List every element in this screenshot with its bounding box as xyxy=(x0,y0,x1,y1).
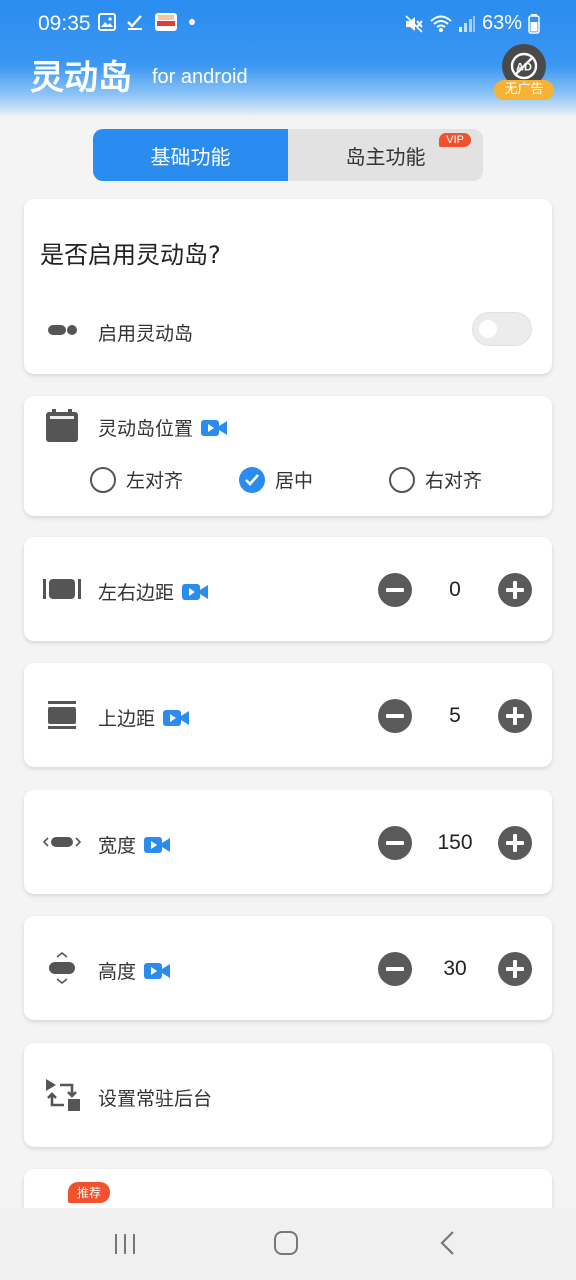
width-value: 150 xyxy=(437,831,473,854)
recent-apps-icon[interactable] xyxy=(113,1232,137,1256)
horizontal-margin-stepper: 0 xyxy=(378,573,532,607)
toggle-knob xyxy=(479,320,497,338)
resident-background-card[interactable]: 设置常驻后台 xyxy=(24,1043,552,1147)
enable-question: 是否启用灵动岛? xyxy=(40,241,221,269)
back-icon[interactable] xyxy=(438,1230,458,1256)
radio-left-label: 左对齐 xyxy=(126,470,184,492)
height-stepper: 30 xyxy=(378,952,532,986)
horizontal-margin-label-row: 左右边距 xyxy=(98,578,209,605)
no-ad-icon-text: AD xyxy=(516,62,532,74)
increment-button[interactable] xyxy=(498,952,532,986)
home-icon[interactable] xyxy=(273,1230,299,1256)
position-label: 灵动岛位置 xyxy=(98,418,194,440)
signal-icon xyxy=(458,15,475,32)
video-tutorial-icon[interactable] xyxy=(201,418,228,438)
app-header: 09:35 63% 灵动岛 for android AD 无广告 xyxy=(0,0,576,118)
height-card: 高度 30 xyxy=(24,916,552,1020)
radio-left-circle xyxy=(90,466,116,493)
vip-badge: VIP xyxy=(439,133,471,147)
top-margin-card: 上边距 5 xyxy=(24,663,552,767)
height-label-row: 高度 xyxy=(98,957,171,984)
width-label-row: 宽度 xyxy=(98,831,171,858)
top-margin-label-row: 上边距 xyxy=(98,704,190,731)
app-title: 灵动岛 xyxy=(30,58,132,98)
horizontal-margin-icon xyxy=(42,569,82,609)
dot-icon xyxy=(189,19,195,25)
height-label: 高度 xyxy=(98,961,137,983)
radio-center-label: 居中 xyxy=(275,470,314,492)
top-margin-stepper: 5 xyxy=(378,699,532,733)
radio-right-circle xyxy=(389,466,415,493)
battery-icon xyxy=(528,13,540,34)
top-margin-label: 上边距 xyxy=(98,708,156,730)
decrement-button[interactable] xyxy=(378,826,412,860)
tab-owner-label: 岛主功能 xyxy=(345,144,426,169)
gallery-icon xyxy=(98,13,116,31)
status-time: 09:35 xyxy=(38,12,91,35)
radio-right-label: 右对齐 xyxy=(425,470,483,492)
height-icon xyxy=(42,948,82,988)
tab-basic[interactable]: 基础功能 xyxy=(93,129,288,181)
system-navigation-bar xyxy=(0,1208,576,1280)
decrement-button[interactable] xyxy=(378,573,412,607)
width-stepper: 150 xyxy=(378,826,532,860)
horizontal-margin-label: 左右边距 xyxy=(98,582,175,604)
video-tutorial-icon[interactable] xyxy=(144,835,171,855)
enable-toggle[interactable] xyxy=(472,312,532,346)
notification-icons xyxy=(98,12,196,32)
no-ad-label: 无广告 xyxy=(494,80,554,100)
decrement-button[interactable] xyxy=(378,699,412,733)
decrement-button[interactable] xyxy=(378,952,412,986)
radio-left[interactable]: 左对齐 xyxy=(90,466,183,493)
width-icon xyxy=(42,822,82,862)
increment-button[interactable] xyxy=(498,826,532,860)
increment-button[interactable] xyxy=(498,573,532,607)
wifi-icon xyxy=(430,15,452,32)
calendar-icon xyxy=(42,406,82,446)
position-card: 灵动岛位置 左对齐 居中 右对齐 xyxy=(24,396,552,516)
tab-basic-label: 基础功能 xyxy=(150,144,231,169)
position-label-row: 灵动岛位置 xyxy=(98,414,228,441)
height-value: 30 xyxy=(443,957,467,980)
width-card: 宽度 150 xyxy=(24,790,552,894)
app-subtitle: for android xyxy=(152,66,248,88)
video-tutorial-icon[interactable] xyxy=(144,961,171,981)
island-pill-icon xyxy=(42,310,82,350)
app-notification-icon xyxy=(155,13,177,31)
battery-percent: 63% xyxy=(481,12,522,34)
radio-center[interactable]: 居中 xyxy=(239,466,313,493)
background-service-icon xyxy=(42,1075,82,1115)
increment-button[interactable] xyxy=(498,699,532,733)
enable-card: 是否启用灵动岛? 启用灵动岛 xyxy=(24,199,552,374)
no-ad-button[interactable]: AD 无广告 xyxy=(494,44,554,100)
video-tutorial-icon[interactable] xyxy=(182,582,209,602)
enable-label: 启用灵动岛 xyxy=(98,323,194,345)
position-options: 左对齐 居中 右对齐 xyxy=(24,466,552,496)
width-label: 宽度 xyxy=(98,835,137,857)
horizontal-margin-card: 左右边距 0 xyxy=(24,537,552,641)
tab-owner[interactable]: 岛主功能 VIP xyxy=(288,129,483,181)
radio-center-circle xyxy=(239,466,265,493)
top-margin-icon xyxy=(42,695,82,735)
horizontal-margin-value: 0 xyxy=(449,578,461,601)
top-margin-value: 5 xyxy=(449,704,461,727)
resident-background-label: 设置常驻后台 xyxy=(98,1088,213,1110)
radio-right[interactable]: 右对齐 xyxy=(389,466,482,493)
feature-tabs: 基础功能 岛主功能 VIP xyxy=(93,129,483,181)
mute-icon xyxy=(405,14,423,33)
system-icons: 63% xyxy=(404,12,540,35)
task-check-icon xyxy=(127,15,142,30)
video-tutorial-icon[interactable] xyxy=(163,708,190,728)
status-bar: 09:35 63% xyxy=(0,0,576,46)
recommended-badge: 推荐 xyxy=(68,1182,111,1203)
